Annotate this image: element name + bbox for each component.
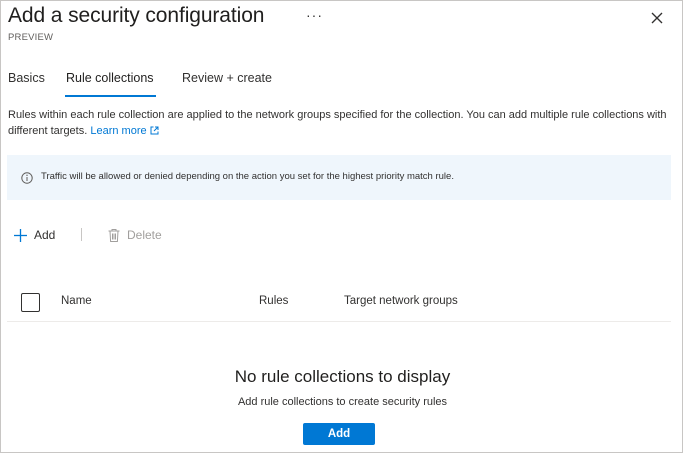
preview-label: PREVIEW — [8, 32, 54, 43]
add-rule-collection-button[interactable]: Add — [303, 423, 375, 445]
blade-panel: Add a security configuration ··· PREVIEW… — [0, 0, 683, 453]
description: Rules within each rule collection are ap… — [8, 108, 668, 139]
column-header-target-network-groups[interactable]: Target network groups — [344, 295, 458, 307]
info-text: Traffic will be allowed or denied depend… — [41, 171, 454, 182]
add-button-label: Add — [34, 228, 56, 242]
delete-button[interactable]: Delete — [107, 225, 162, 245]
toolbar-divider — [81, 228, 82, 241]
close-icon — [651, 12, 663, 24]
tab-rule-collections[interactable]: Rule collections — [66, 71, 154, 85]
page-title: Add a security configuration — [8, 4, 265, 27]
table-header: Name Rules Target network groups — [7, 284, 671, 322]
column-header-name[interactable]: Name — [61, 295, 92, 307]
info-banner: Traffic will be allowed or denied depend… — [7, 155, 671, 200]
delete-button-label: Delete — [127, 228, 162, 242]
tab-review-create[interactable]: Review + create — [182, 71, 272, 85]
select-all-checkbox[interactable] — [21, 293, 40, 312]
close-button[interactable] — [647, 8, 667, 28]
trash-icon — [108, 228, 120, 242]
add-button[interactable]: Add — [13, 225, 55, 245]
active-tab-indicator — [65, 95, 156, 97]
empty-state-subtitle: Add rule collections to create security … — [237, 396, 448, 408]
column-header-rules[interactable]: Rules — [259, 295, 288, 307]
learn-more-link[interactable]: Learn more — [90, 125, 159, 137]
command-bar: Add Delete — [1, 225, 683, 245]
info-icon — [21, 172, 33, 184]
empty-state-title: No rule collections to display — [234, 367, 451, 386]
external-link-icon — [150, 126, 159, 134]
tab-basics[interactable]: Basics — [8, 71, 45, 85]
more-actions-button[interactable]: ··· — [306, 7, 323, 23]
plus-icon — [14, 228, 27, 242]
